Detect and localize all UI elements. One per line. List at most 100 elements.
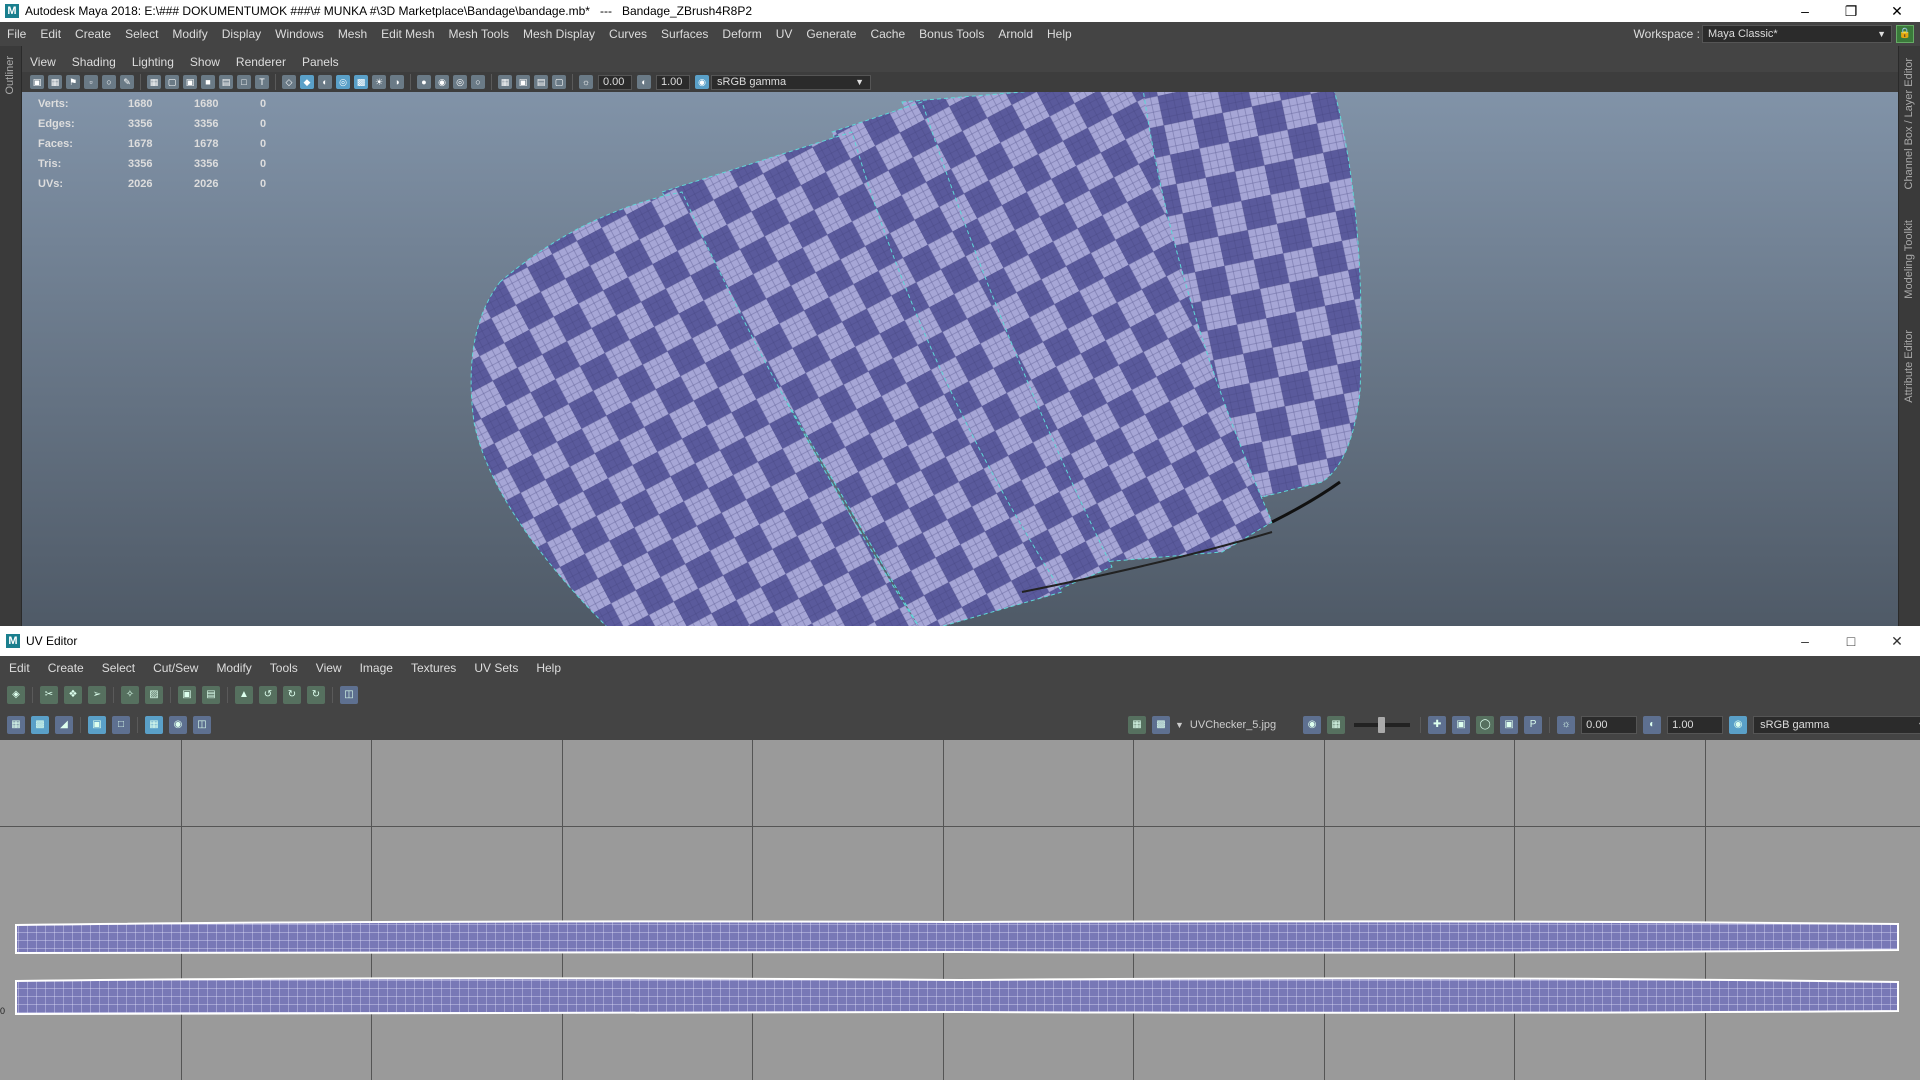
orient-shells-icon[interactable]: ▤ [202, 686, 220, 704]
uv-exposure-field[interactable]: 0.00 [1581, 716, 1638, 734]
uv-snapshot-icon[interactable]: ◫ [340, 686, 358, 704]
xray-icon[interactable]: ▣ [516, 75, 530, 89]
exposure-icon[interactable]: ☼ [1557, 716, 1576, 734]
color-management-icon[interactable]: ◉ [695, 75, 709, 89]
grid-icon[interactable]: ▦ [145, 716, 163, 734]
smooth-shade-icon[interactable]: ◆ [300, 75, 314, 89]
camera-attributes-icon[interactable]: ▦ [48, 75, 62, 89]
chevron-down-icon[interactable]: ▼ [1175, 720, 1184, 730]
menu-deform[interactable]: Deform [715, 22, 768, 46]
vp-menu-view[interactable]: View [22, 52, 64, 72]
uv-shells[interactable]: 0 [0, 740, 1920, 1080]
uv-menu-create[interactable]: Create [39, 656, 93, 680]
uv-menu-tools[interactable]: Tools [261, 656, 307, 680]
exposure-icon[interactable]: ☼ [579, 75, 593, 89]
menu-windows[interactable]: Windows [268, 22, 331, 46]
maximize-icon[interactable]: □ [1828, 626, 1874, 656]
vp-menu-panels[interactable]: Panels [294, 52, 347, 72]
bandage-mesh[interactable] [22, 92, 1898, 626]
safe-action-icon[interactable]: □ [237, 75, 251, 89]
unfold-icon[interactable]: ✧ [121, 686, 139, 704]
menu-edit[interactable]: Edit [33, 22, 68, 46]
texture-borders-icon[interactable]: ◢ [55, 716, 73, 734]
rotate-cw-icon[interactable]: ↻ [283, 686, 301, 704]
menu-uv[interactable]: UV [769, 22, 800, 46]
uv-menu-cut-sew[interactable]: Cut/Sew [144, 656, 207, 680]
menu-mesh-display[interactable]: Mesh Display [516, 22, 602, 46]
uv-toolkit-icon[interactable]: ◈ [7, 686, 25, 704]
psd-icon[interactable]: P [1524, 716, 1543, 734]
screen-space-ao-icon[interactable]: ● [417, 75, 431, 89]
exposure-field[interactable]: 0.00 [598, 74, 632, 90]
menu-modify[interactable]: Modify [165, 22, 214, 46]
menu-select[interactable]: Select [118, 22, 165, 46]
pin-icon[interactable]: ◯ [1476, 716, 1495, 734]
uv-view-transform-select[interactable]: sRGB gamma ▼ [1753, 716, 1920, 734]
color-management-icon[interactable]: ◉ [1729, 716, 1748, 734]
shaded-uv-icon[interactable]: ▩ [31, 716, 49, 734]
pixel-snap-icon[interactable]: ◉ [169, 716, 187, 734]
use-all-lights-icon[interactable]: ☀ [372, 75, 386, 89]
attribute-editor-tab[interactable]: Attribute Editor [1903, 330, 1915, 403]
cut-tool-icon[interactable]: ✂ [40, 686, 58, 704]
uv-distortion-icon[interactable]: ▣ [88, 716, 106, 734]
image-display-icon[interactable]: ▦ [1128, 716, 1146, 734]
lock-icon[interactable]: 🔒 [1896, 25, 1914, 43]
vp-menu-renderer[interactable]: Renderer [228, 52, 294, 72]
menu-mesh-tools[interactable]: Mesh Tools [442, 22, 516, 46]
menu-cache[interactable]: Cache [863, 22, 912, 46]
minimize-icon[interactable]: – [1782, 626, 1828, 656]
textured-icon[interactable]: ▩ [354, 75, 368, 89]
3d-viewport[interactable]: Verts: 1680 1680 0 Edges: 3356 3356 0 Faces: 16… [22, 92, 1898, 626]
uv-menu-select[interactable]: Select [93, 656, 144, 680]
safe-title-icon[interactable]: T [255, 75, 269, 89]
film-gate-icon[interactable]: ▢ [165, 75, 179, 89]
move-sew-icon[interactable]: ➢ [88, 686, 106, 704]
anti-aliasing-icon[interactable]: ◎ [453, 75, 467, 89]
frame-selection-icon[interactable]: ▣ [1452, 716, 1471, 734]
motion-blur-icon[interactable]: ◉ [435, 75, 449, 89]
wireframe-on-shaded-icon[interactable]: ◎ [336, 75, 350, 89]
menu-display[interactable]: Display [215, 22, 268, 46]
uv-menu-textures[interactable]: Textures [402, 656, 465, 680]
slider-knob[interactable] [1378, 717, 1386, 733]
field-chart-icon[interactable]: ▤ [219, 75, 233, 89]
workspace-select[interactable]: Maya Classic* ▼ [1702, 25, 1892, 43]
frame-all-icon[interactable]: ✚ [1428, 716, 1447, 734]
menu-mesh[interactable]: Mesh [331, 22, 374, 46]
uv-menu-view[interactable]: View [307, 656, 351, 680]
modeling-toolkit-tab[interactable]: Modeling Toolkit [1903, 220, 1915, 299]
resolution-gate-icon[interactable]: ▣ [183, 75, 197, 89]
gamma-icon[interactable]: ◐ [637, 75, 651, 89]
2d-pan-zoom-icon[interactable]: ○ [102, 75, 116, 89]
uv-menu-edit[interactable]: Edit [0, 656, 39, 680]
crop-icon[interactable]: ▣ [1500, 716, 1519, 734]
uv-canvas[interactable]: 0 [0, 740, 1920, 1080]
vp-menu-shading[interactable]: Shading [64, 52, 124, 72]
dim-image-slider[interactable] [1354, 717, 1411, 733]
texture-name[interactable]: UVChecker_5.jpg [1190, 719, 1276, 731]
uv-menu-uv-sets[interactable]: UV Sets [465, 656, 527, 680]
xray-joints-icon[interactable]: ▢ [552, 75, 566, 89]
uv-menu-help[interactable]: Help [527, 656, 570, 680]
rotate-90-icon[interactable]: ↻ [307, 686, 325, 704]
menu-arnold[interactable]: Arnold [991, 22, 1040, 46]
wireframe-icon[interactable]: ◇ [282, 75, 296, 89]
checker-icon[interactable]: ▩ [1152, 716, 1170, 734]
gamma-field[interactable]: 1.00 [656, 74, 690, 90]
isolate-select-icon[interactable]: ▦ [7, 716, 25, 734]
camera-icon[interactable]: ▣ [30, 75, 44, 89]
close-icon[interactable]: ✕ [1874, 0, 1920, 22]
close-icon[interactable]: ✕ [1874, 626, 1920, 656]
shadows-icon[interactable]: ◑ [390, 75, 404, 89]
menu-edit-mesh[interactable]: Edit Mesh [374, 22, 441, 46]
rgb-channels-icon[interactable]: ◉ [1303, 716, 1322, 734]
bookmark-icon[interactable]: ⚑ [66, 75, 80, 89]
view-transform-select[interactable]: sRGB gamma ▼ [711, 74, 871, 90]
sew-tool-icon[interactable]: ❖ [64, 686, 82, 704]
layout-icon[interactable]: ▣ [178, 686, 196, 704]
uv-menu-modify[interactable]: Modify [207, 656, 260, 680]
xray-active-components-icon[interactable]: ▤ [534, 75, 548, 89]
menu-curves[interactable]: Curves [602, 22, 654, 46]
display-image-icon[interactable]: □ [112, 716, 130, 734]
